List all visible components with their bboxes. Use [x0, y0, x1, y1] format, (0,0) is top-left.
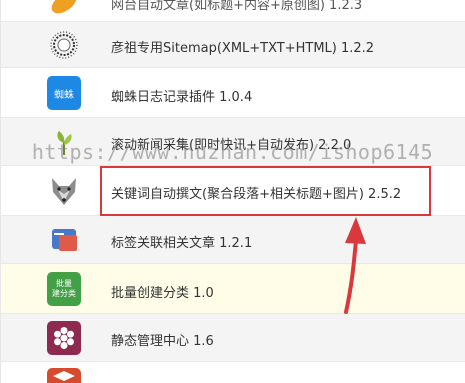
batch-icon-text-2: 建分类 — [52, 289, 76, 298]
plugin-row[interactable]: 彦祖专用Sitemap(XML+TXT+HTML) 1.2.2 — [1, 22, 465, 68]
spider-icon-text: 蜘蛛 — [54, 89, 74, 101]
spiky-ring-icon — [47, 28, 81, 62]
plugin-row[interactable]: 静态管理中心 1.6 — [1, 314, 465, 362]
spider-log-icon: 蜘蛛 — [47, 76, 81, 110]
sprout-icon — [47, 125, 81, 159]
plugin-name: 批量创建分类 1.0 — [111, 286, 214, 301]
plugin-name: 网台自动文章(如标题+内容+原创图) 1.2.3 — [111, 0, 363, 13]
plugin-row[interactable]: 网台自动文章(如标题+内容+原创图) 1.2.3 — [1, 0, 465, 22]
plugin-row[interactable]: 批量 建分类 批量创建分类 1.0 — [1, 264, 465, 314]
plugin-row[interactable] — [1, 362, 465, 383]
plugin-row[interactable]: 蜘蛛 蜘蛛日志记录插件 1.0.4 — [1, 68, 465, 118]
plugin-row[interactable]: 滚动新闻采集(即时快讯+自动发布) 2.2.0 — [1, 118, 465, 166]
plugin-row[interactable]: 关键词自动撰文(聚合段落+相关标题+图片) 2.5.2 — [1, 166, 465, 216]
hexagon-flower-icon — [47, 321, 81, 355]
batch-icon-text-1: 批量 — [56, 279, 72, 288]
plugin-name: 静态管理中心 1.6 — [111, 334, 214, 349]
plugin-name: 关键词自动撰文(聚合段落+相关标题+图片) 2.5.2 — [111, 187, 402, 202]
plugin-name: 彦祖专用Sitemap(XML+TXT+HTML) 1.2.2 — [111, 41, 375, 56]
plugin-list: 网台自动文章(如标题+内容+原创图) 1.2.3 彦祖专用Sitemap(XML… — [0, 0, 465, 383]
graduation-cap-icon — [47, 368, 81, 383]
batch-category-icon: 批量 建分类 — [47, 272, 81, 306]
plugin-name: 滚动新闻采集(即时快讯+自动发布) 2.2.0 — [111, 138, 352, 153]
wolf-icon — [47, 174, 81, 208]
plugin-row[interactable]: 标签关联相关文章 1.2.1 — [1, 216, 465, 264]
plugin-name: 蜘蛛日志记录插件 1.0.4 — [111, 90, 253, 105]
tag-card-icon — [47, 223, 81, 257]
plugin-name: 标签关联相关文章 1.2.1 — [111, 236, 253, 251]
orange-leaf-icon — [47, 0, 81, 20]
